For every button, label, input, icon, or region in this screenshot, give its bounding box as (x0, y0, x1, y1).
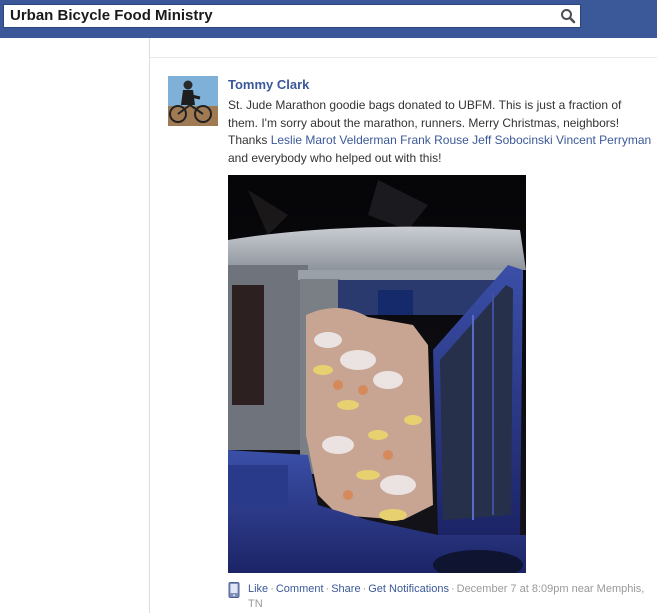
post-text-outro: and everybody who helped out with this! (228, 150, 442, 165)
separator: · (450, 583, 455, 595)
like-link[interactable]: Like (248, 583, 268, 595)
post-photo[interactable] (228, 175, 526, 573)
separator: · (270, 583, 274, 595)
tag-leslie[interactable]: Leslie Marot Velderman (271, 133, 397, 147)
tag-vincent[interactable]: Vincent Perryman (556, 133, 651, 147)
comment-link[interactable]: Comment (276, 583, 324, 595)
search-icon[interactable] (560, 8, 576, 24)
tag-jeff[interactable]: Jeff Sobocinski (472, 133, 553, 147)
tag-frank[interactable]: Frank Rouse (400, 133, 469, 147)
avatar[interactable] (168, 76, 218, 126)
search-input[interactable] (4, 5, 544, 27)
top-bar (0, 0, 657, 38)
post-text: St. Jude Marathon goodie bags donated to… (228, 97, 653, 167)
near-word: near (571, 583, 594, 595)
left-column (0, 38, 150, 613)
share-link[interactable]: Share (331, 583, 360, 595)
post-author-link[interactable]: Tommy Clark (228, 77, 309, 92)
mobile-phone-icon (228, 582, 240, 598)
timestamp[interactable]: December 7 at 8:09pm (457, 583, 569, 595)
feed-divider (150, 57, 657, 58)
search-box[interactable] (3, 4, 581, 28)
get-notifications-link[interactable]: Get Notifications (368, 583, 449, 595)
